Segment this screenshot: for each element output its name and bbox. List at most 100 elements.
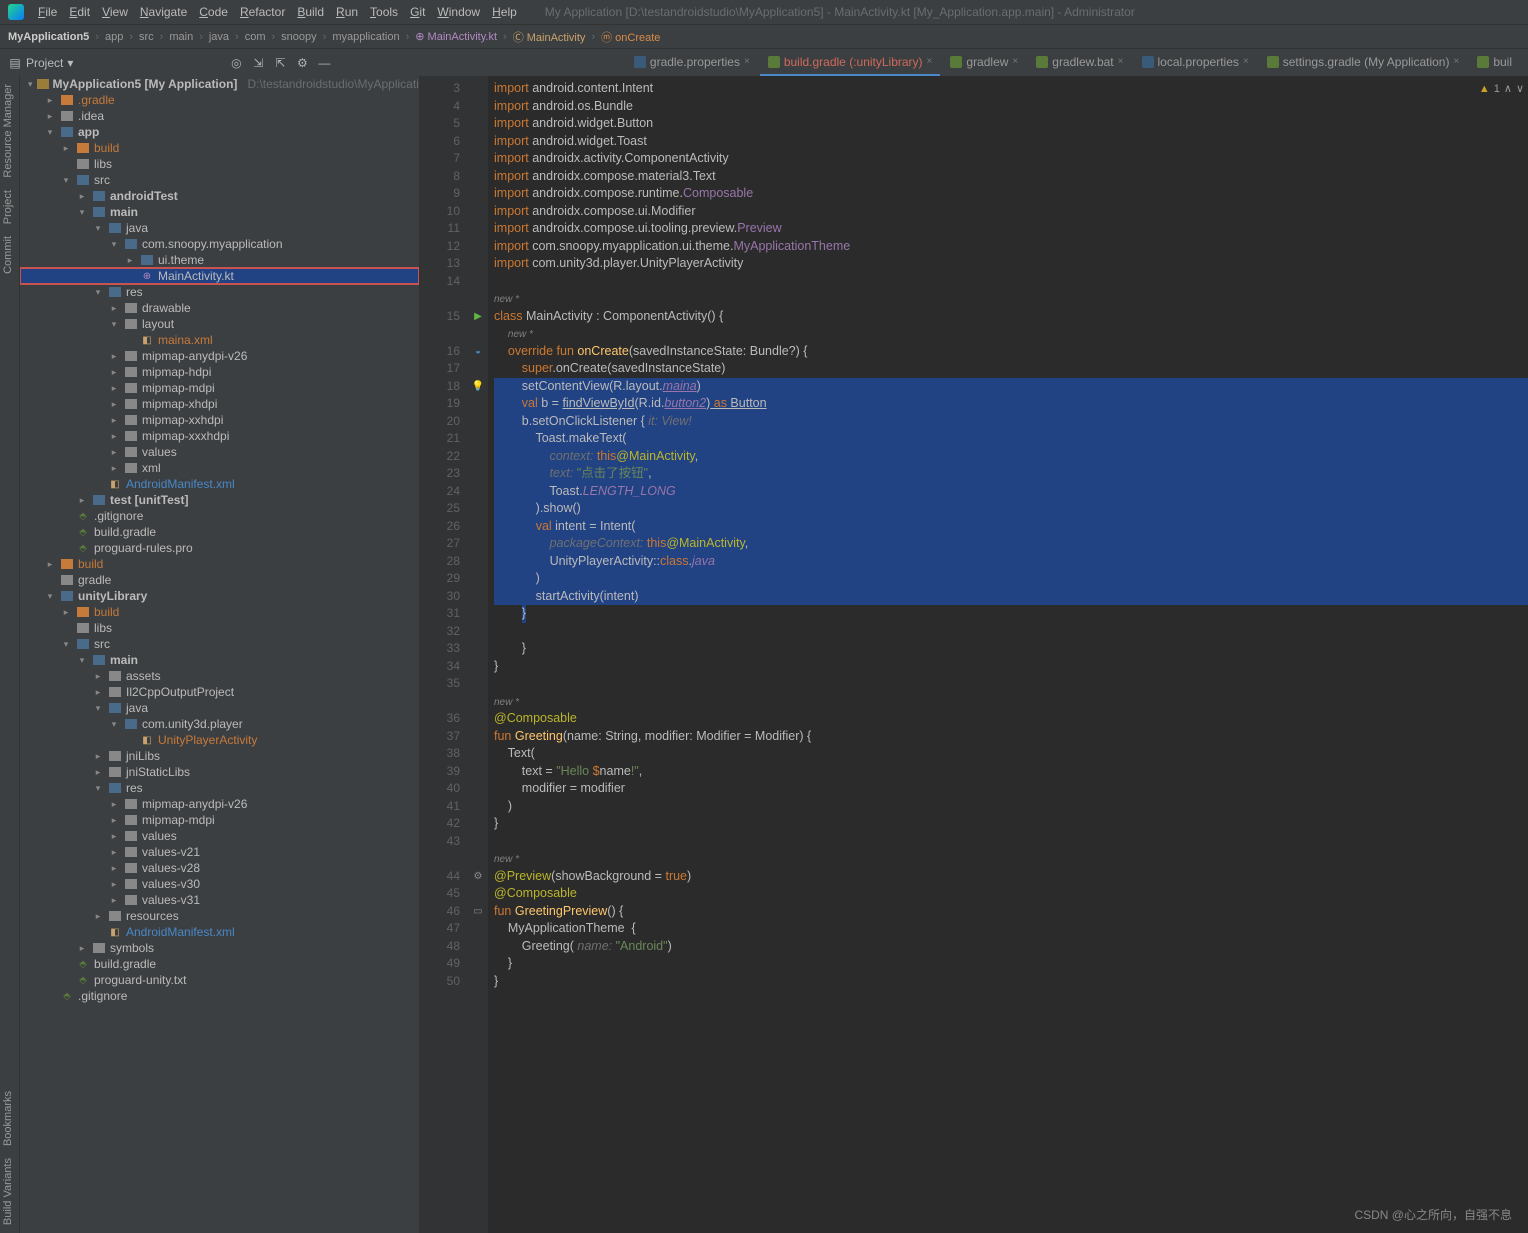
code-line[interactable]: val b = findViewById(R.id.button2) as Bu… <box>494 395 1528 413</box>
code-line[interactable]: text: "点击了按钮", <box>494 465 1528 483</box>
inspection-summary[interactable]: ▲ 1 ∧ ∨ <box>1479 82 1524 95</box>
tree-chevron-icon[interactable]: ▾ <box>92 287 104 298</box>
tree-node[interactable]: ▾MyApplication5 [My Application]D:\testa… <box>20 76 419 92</box>
editor-tab[interactable]: settings.gradle (My Application)× <box>1259 49 1468 76</box>
tree-node[interactable]: ▾src <box>20 172 419 188</box>
tree-node[interactable]: ▸mipmap-hdpi <box>20 364 419 380</box>
tree-node[interactable]: libs <box>20 156 419 172</box>
editor-tab[interactable]: gradlew× <box>942 49 1026 76</box>
tree-node[interactable]: ▾com.unity3d.player <box>20 716 419 732</box>
close-icon[interactable]: × <box>1243 56 1249 67</box>
tree-chevron-icon[interactable]: ▸ <box>76 943 88 954</box>
rail-build-variants[interactable]: Build Variants <box>2 1158 17 1225</box>
tree-chevron-icon[interactable]: ▾ <box>92 783 104 794</box>
tree-chevron-icon[interactable]: ▸ <box>108 383 120 394</box>
menu-window[interactable]: Window <box>431 3 486 21</box>
menu-refactor[interactable]: Refactor <box>234 3 291 21</box>
code-line[interactable]: MyApplicationTheme { <box>494 920 1528 938</box>
menu-help[interactable]: Help <box>486 3 523 21</box>
code-line[interactable]: import com.unity3d.player.UnityPlayerAct… <box>494 255 1528 273</box>
code-line[interactable]: startActivity(intent) <box>494 588 1528 606</box>
tree-chevron-icon[interactable]: ▸ <box>108 831 120 842</box>
code-line[interactable]: } <box>494 973 1528 991</box>
tree-chevron-icon[interactable]: ▸ <box>108 447 120 458</box>
tree-node[interactable]: ▸values <box>20 828 419 844</box>
tree-node[interactable]: ⬘.gitignore <box>20 508 419 524</box>
code-line[interactable]: @Composable <box>494 710 1528 728</box>
close-icon[interactable]: × <box>927 56 933 67</box>
tree-node[interactable]: gradle <box>20 572 419 588</box>
code-line[interactable]: } <box>494 640 1528 658</box>
code-line[interactable]: super.onCreate(savedInstanceState) <box>494 360 1528 378</box>
code-line[interactable]: fun GreetingPreview() { <box>494 903 1528 921</box>
breadcrumb-item[interactable]: java <box>209 31 229 43</box>
tree-node[interactable]: ▸resources <box>20 908 419 924</box>
code-line[interactable]: import com.snoopy.myapplication.ui.theme… <box>494 238 1528 256</box>
menu-view[interactable]: View <box>96 3 134 21</box>
tree-chevron-icon[interactable]: ▸ <box>108 303 120 314</box>
code-line[interactable]: Text( <box>494 745 1528 763</box>
tree-node[interactable]: ▸test [unitTest] <box>20 492 419 508</box>
tree-node[interactable]: ▸values <box>20 444 419 460</box>
code-line[interactable]: context: this@MainActivity, <box>494 448 1528 466</box>
breadcrumb-item[interactable]: app <box>105 31 123 43</box>
tree-chevron-icon[interactable]: ▸ <box>108 895 120 906</box>
tree-node[interactable]: ▸build <box>20 140 419 156</box>
tree-node[interactable]: ⬘proguard-unity.txt <box>20 972 419 988</box>
tree-node[interactable]: ▸.gradle <box>20 92 419 108</box>
code-line[interactable] <box>494 833 1528 851</box>
rail-commit[interactable]: Commit <box>2 236 17 274</box>
rail-project[interactable]: Project <box>2 190 17 224</box>
tree-chevron-icon[interactable]: ▸ <box>44 95 56 106</box>
tree-node[interactable]: ▾src <box>20 636 419 652</box>
tree-node[interactable]: ⬘.gitignore <box>20 988 419 1004</box>
hide-icon[interactable]: — <box>317 56 331 70</box>
tree-chevron-icon[interactable]: ▸ <box>108 879 120 890</box>
tree-node[interactable]: ⊕MainActivity.kt <box>20 268 419 284</box>
override-gutter-icon[interactable]: ◒ <box>468 343 488 361</box>
breadcrumb-item[interactable]: MyApplication5 <box>8 31 89 43</box>
breadcrumb-item[interactable]: main <box>169 31 193 43</box>
tree-chevron-icon[interactable]: ▾ <box>44 127 56 138</box>
code-line[interactable]: text = "Hello $name!", <box>494 763 1528 781</box>
code-line[interactable]: @Composable <box>494 885 1528 903</box>
tree-chevron-icon[interactable]: ▾ <box>108 319 120 330</box>
tree-chevron-icon[interactable]: ▸ <box>60 143 72 154</box>
tree-chevron-icon[interactable]: ▾ <box>44 591 56 602</box>
tree-node[interactable]: ▾com.snoopy.myapplication <box>20 236 419 252</box>
tree-chevron-icon[interactable]: ▾ <box>60 175 72 186</box>
code-line[interactable]: Toast.LENGTH_LONG <box>494 483 1528 501</box>
tree-chevron-icon[interactable]: ▸ <box>92 911 104 922</box>
editor-tab[interactable]: buil <box>1469 49 1520 76</box>
tree-node[interactable]: libs <box>20 620 419 636</box>
tree-node[interactable]: ▸androidTest <box>20 188 419 204</box>
tree-node[interactable]: ▸mipmap-mdpi <box>20 380 419 396</box>
code-line[interactable]: import androidx.compose.material3.Text <box>494 168 1528 186</box>
menu-build[interactable]: Build <box>291 3 330 21</box>
code-line[interactable]: Toast.makeText( <box>494 430 1528 448</box>
tree-chevron-icon[interactable]: ▸ <box>92 671 104 682</box>
code-line[interactable]: } <box>494 605 1528 623</box>
tree-chevron-icon[interactable]: ▾ <box>76 207 88 218</box>
code-line[interactable]: setContentView(R.layout.maina) <box>494 378 1528 396</box>
tree-node[interactable]: ▸jniLibs <box>20 748 419 764</box>
preview-gutter-icon[interactable]: ▭ <box>468 903 488 921</box>
tree-node[interactable]: ▸values-v21 <box>20 844 419 860</box>
code-line[interactable]: import androidx.compose.ui.tooling.previ… <box>494 220 1528 238</box>
tree-node[interactable]: ▸mipmap-xhdpi <box>20 396 419 412</box>
code-line[interactable]: new * <box>494 290 1528 308</box>
gear-gutter-icon[interactable]: ⚙ <box>468 868 488 886</box>
menu-git[interactable]: Git <box>404 3 431 21</box>
code-line[interactable]: ) <box>494 570 1528 588</box>
tree-node[interactable]: ▸mipmap-anydpi-v26 <box>20 348 419 364</box>
tree-chevron-icon[interactable]: ▸ <box>44 111 56 122</box>
breadcrumb-item[interactable]: src <box>139 31 154 43</box>
menu-run[interactable]: Run <box>330 3 364 21</box>
code-line[interactable]: import androidx.compose.runtime.Composab… <box>494 185 1528 203</box>
code-line[interactable]: } <box>494 955 1528 973</box>
code-line[interactable]: Greeting( name: "Android") <box>494 938 1528 956</box>
tree-chevron-icon[interactable]: ▸ <box>108 367 120 378</box>
tree-node[interactable]: ▸assets <box>20 668 419 684</box>
tree-chevron-icon[interactable]: ▾ <box>76 655 88 666</box>
tree-node[interactable]: ▸ui.theme <box>20 252 419 268</box>
